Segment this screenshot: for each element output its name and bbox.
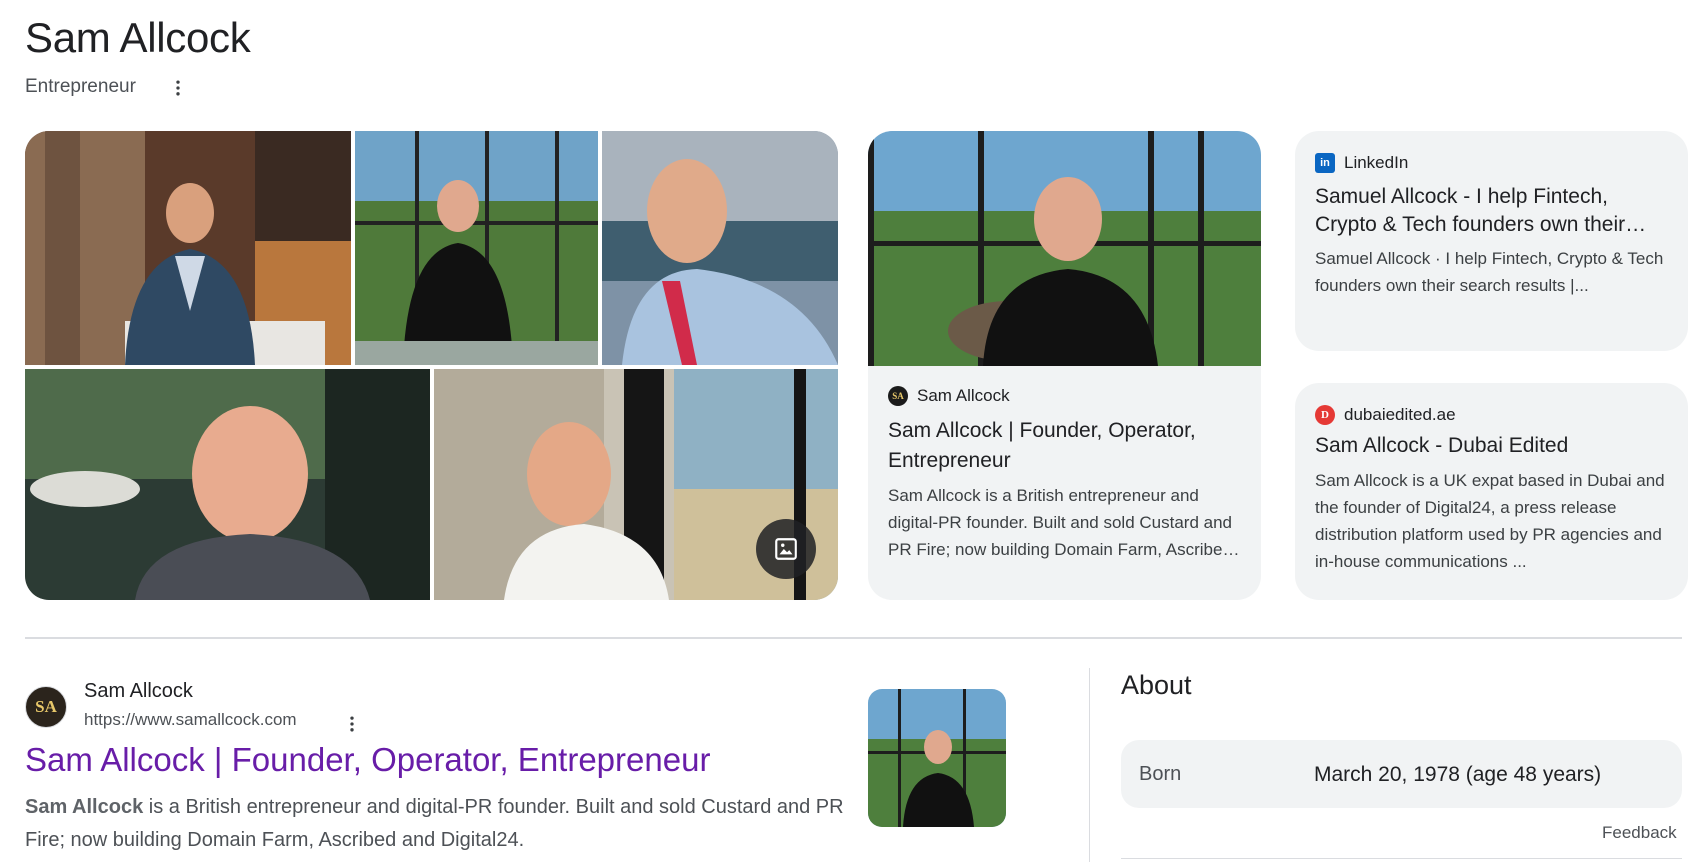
card-title[interactable]: Sam Allcock - Dubai Edited xyxy=(1315,431,1668,461)
more-options-icon[interactable] xyxy=(166,76,190,100)
image-icon xyxy=(775,538,797,560)
about-divider xyxy=(1121,858,1682,859)
result-site-name[interactable]: Sam Allcock xyxy=(84,680,193,703)
snippet-bold: Sam Allcock xyxy=(25,796,144,818)
card-source: dubaiedited.ae xyxy=(1344,405,1456,424)
card-photo xyxy=(868,131,1261,366)
card-source: Sam Allcock xyxy=(917,386,1010,405)
linkedin-icon: in xyxy=(1315,153,1335,173)
result-card-samallcock[interactable]: SA Sam Allcock Sam Allcock | Founder, Op… xyxy=(868,131,1261,600)
image-gallery xyxy=(25,131,838,600)
result-card-dubaiedited[interactable]: D dubaiedited.ae Sam Allcock - Dubai Edi… xyxy=(1295,383,1688,600)
site-favicon-icon: SA xyxy=(888,386,908,406)
vertical-divider xyxy=(1089,668,1090,862)
entity-title: Sam Allcock xyxy=(25,14,251,61)
born-label: Born xyxy=(1139,763,1182,785)
about-heading: About xyxy=(1121,670,1192,700)
card-description: Sam Allcock is a UK expat based in Dubai… xyxy=(1315,471,1665,571)
entity-subtitle: Entrepreneur xyxy=(25,76,136,97)
feedback-link[interactable]: Feedback xyxy=(1602,823,1677,843)
gallery-photo-3[interactable] xyxy=(602,131,838,365)
card-source: LinkedIn xyxy=(1344,153,1409,172)
gallery-photo-2[interactable] xyxy=(355,131,598,365)
snippet-text: is a British entrepreneur and digital-PR… xyxy=(25,796,844,851)
card-description: Samuel Allcock · I help Fintech, Crypto … xyxy=(1315,249,1664,295)
view-images-button[interactable] xyxy=(756,519,816,579)
born-row: Born March 20, 1978 (age 48 years) xyxy=(1121,740,1682,808)
card-title[interactable]: Sam Allcock | Founder, Operator, Entrepr… xyxy=(888,416,1241,476)
result-url[interactable]: https://www.samallcock.com xyxy=(84,710,297,730)
result-snippet: Sam Allcock is a British entrepreneur an… xyxy=(25,791,845,857)
result-title-link[interactable]: Sam Allcock | Founder, Operator, Entrepr… xyxy=(25,741,710,779)
card-description: Sam Allcock is a British entrepreneur an… xyxy=(888,486,1232,559)
result-thumbnail[interactable] xyxy=(868,689,1006,827)
gallery-photo-4[interactable] xyxy=(25,369,430,600)
card-title[interactable]: Samuel Allcock - I help Fintech, Crypto … xyxy=(1315,183,1668,239)
site-avatar[interactable]: SA xyxy=(25,686,67,728)
gallery-photo-1[interactable] xyxy=(25,131,351,365)
dubaiedited-favicon-icon: D xyxy=(1315,405,1335,425)
result-more-options-icon[interactable] xyxy=(340,712,364,736)
result-card-linkedin[interactable]: in LinkedIn Samuel Allcock - I help Fint… xyxy=(1295,131,1688,351)
born-value: March 20, 1978 (age 48 years) xyxy=(1314,763,1602,786)
section-divider xyxy=(25,637,1682,639)
